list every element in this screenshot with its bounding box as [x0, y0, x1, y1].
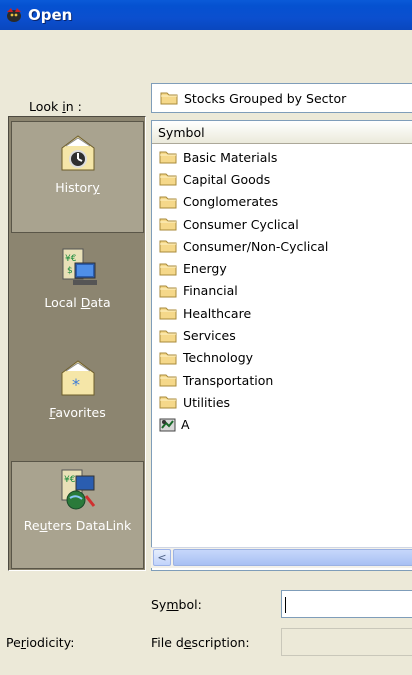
- folder-icon: [159, 330, 177, 343]
- text-caret: [285, 597, 286, 613]
- place-local-data[interactable]: ¥€ $ Local Data: [11, 241, 144, 349]
- folder-item-label: Conglomerates: [183, 194, 279, 210]
- window-title: Open: [28, 6, 73, 24]
- folder-item-label: Technology: [183, 350, 254, 366]
- svg-text:$: $: [67, 266, 73, 276]
- folder-item[interactable]: Capital Goods: [152, 168, 412, 190]
- place-reuters-datalink[interactable]: ¥€ Reuters DataLink: [11, 461, 144, 569]
- lookin-label: Look in :: [29, 99, 82, 114]
- periodicity-label: Periodicity:: [6, 635, 75, 650]
- favorites-folder-icon: *: [61, 360, 94, 396]
- folder-icon: [159, 352, 177, 365]
- folder-icon: [159, 218, 177, 231]
- folder-item[interactable]: Utilities: [152, 391, 412, 413]
- place-favorites[interactable]: * Favorites: [11, 349, 144, 457]
- folder-item[interactable]: Healthcare: [152, 302, 412, 324]
- file-description-label: File description:: [151, 635, 250, 650]
- history-folder-icon: [61, 135, 94, 171]
- folder-item[interactable]: Energy: [152, 257, 412, 279]
- symbol-input[interactable]: [281, 590, 412, 618]
- folder-item[interactable]: Financial: [152, 280, 412, 302]
- folder-item[interactable]: Technology: [152, 347, 412, 369]
- file-list[interactable]: Symbol Basic Materials Capital Goods Congl…: [151, 120, 412, 571]
- folder-icon: [159, 196, 177, 209]
- folder-item-label: Financial: [183, 283, 238, 299]
- folder-item-label: Healthcare: [183, 305, 252, 321]
- chart-file-icon: [159, 418, 176, 432]
- folder-icon: [159, 285, 177, 298]
- symbol-label: Symbol:: [151, 597, 202, 612]
- places-bar: History ¥€ $ Local Data * Favorites ¥€ R…: [8, 116, 146, 571]
- folder-item[interactable]: Conglomerates: [152, 191, 412, 213]
- folder-icon: [159, 263, 177, 276]
- folder-item-label: Transportation: [183, 372, 274, 388]
- folder-icon: [159, 374, 177, 387]
- folder-item-label: Consumer Cyclical: [183, 216, 299, 232]
- folder-item[interactable]: Consumer/Non-Cyclical: [152, 235, 412, 257]
- folder-icon: [159, 173, 177, 186]
- folder-item-label: Basic Materials: [183, 149, 278, 165]
- folder-item-label: Services: [183, 328, 236, 344]
- svg-text:*: *: [72, 375, 80, 394]
- folder-item[interactable]: Services: [152, 324, 412, 346]
- scroll-thumb[interactable]: [173, 549, 412, 566]
- symbol-item-label: A: [181, 417, 190, 433]
- folder-item-label: Utilities: [183, 394, 231, 410]
- column-header-symbol[interactable]: Symbol: [152, 121, 412, 144]
- file-description-input: [281, 628, 412, 656]
- folder-icon: [159, 151, 177, 164]
- local-data-icon: ¥€ $: [62, 248, 97, 285]
- svg-text:¥€: ¥€: [64, 475, 76, 485]
- lookin-dropdown[interactable]: Stocks Grouped by Sector: [151, 83, 412, 113]
- folder-icon: [159, 240, 177, 253]
- reuters-datalink-icon: ¥€: [61, 469, 95, 510]
- folder-item[interactable]: Basic Materials: [152, 146, 412, 168]
- scroll-left-button[interactable]: <: [153, 549, 171, 566]
- place-history[interactable]: History: [11, 121, 144, 233]
- horizontal-scrollbar[interactable]: <: [151, 547, 412, 568]
- folder-icon: [159, 307, 177, 320]
- folder-item[interactable]: Consumer Cyclical: [152, 213, 412, 235]
- folder-item-label: Capital Goods: [183, 171, 271, 187]
- folder-item[interactable]: Transportation: [152, 369, 412, 391]
- symbol-item[interactable]: A: [152, 414, 412, 436]
- folder-icon: [160, 92, 178, 105]
- app-logo-icon: [7, 8, 21, 22]
- folder-item-label: Consumer/Non-Cyclical: [183, 238, 329, 254]
- folder-item-label: Energy: [183, 261, 227, 277]
- title-bar: Open: [0, 0, 412, 30]
- folder-icon: [159, 396, 177, 409]
- lookin-value: Stocks Grouped by Sector: [184, 90, 347, 106]
